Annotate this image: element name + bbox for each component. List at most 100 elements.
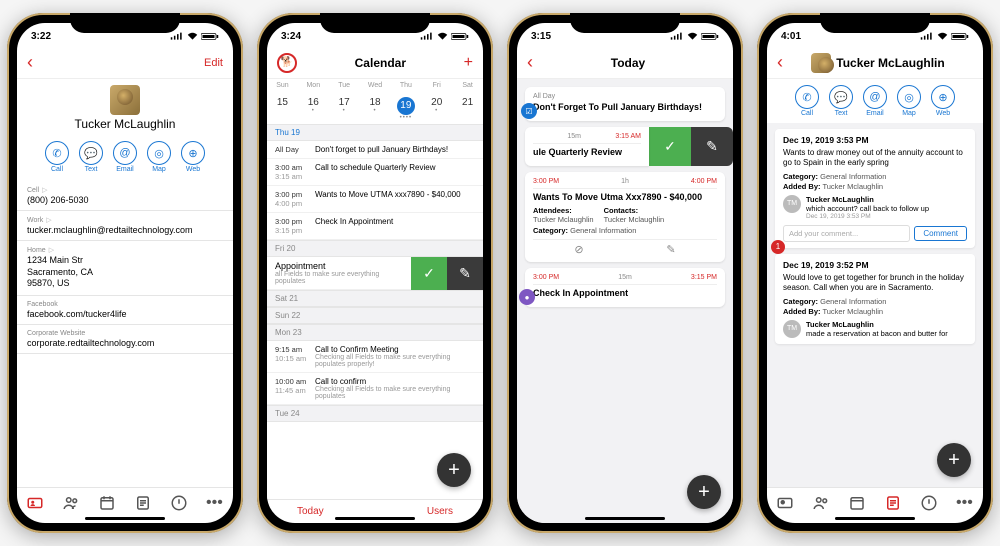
day-18[interactable]: 18• [360,95,391,121]
event-swipe-row[interactable]: Appointmentall Fields to make sure every… [267,257,483,290]
tab-more-icon[interactable]: ••• [206,494,224,512]
add-button[interactable]: + [464,54,473,72]
edit-action-icon[interactable]: ✎ [666,243,675,256]
tab-notes-icon[interactable] [134,494,152,512]
event-row[interactable]: All DayDon't forget to pull January Birt… [267,141,483,159]
text-button[interactable]: 💬Text [829,85,853,117]
section-sat-21: Sat 21 [267,290,483,307]
status-time: 4:01 [781,31,801,42]
event-row[interactable]: 3:00 pm4:00 pmWants to Move UTMA xxx7890… [267,186,483,213]
allday-card[interactable]: All Day Don't Forget To Pull January Bir… [525,87,725,121]
section-thu-19: Thu 19 [267,124,483,141]
contact-name: Tucker McLaughlin [17,117,233,131]
fab-add-button[interactable]: + [687,475,721,509]
call-button[interactable]: ✆Call [45,141,69,173]
page-title: Calendar [355,56,406,70]
at-icon: @ [113,141,137,165]
section-sun-22: Sun 22 [267,307,483,324]
section-tue-24: Tue 24 [267,405,483,422]
field-facebook[interactable]: Facebook facebook.com/tucker4life [17,296,233,325]
day-15[interactable]: 15 [267,95,298,121]
action-row: ✆Call 💬Text @Email ◎Map ⊕Web [17,135,233,181]
week-day-names: SunMonTueWedThuFriSat [267,79,483,92]
edit-swipe-button[interactable]: ✎ [447,257,483,290]
back-button[interactable]: ‹ [27,52,33,73]
tab-alert-icon[interactable] [920,494,938,512]
day-19[interactable]: 19•••• [390,95,421,121]
text-button[interactable]: 💬Text [79,141,103,173]
status-time: 3:24 [281,31,301,42]
tab-calendar-icon[interactable] [848,494,866,512]
check-icon: ✓ [423,265,435,282]
map-icon: ◎ [897,85,921,109]
tab-people-icon[interactable] [812,494,830,512]
comment-input[interactable]: Add your comment... [783,225,910,242]
field-corporate-website[interactable]: Corporate Website corporate.redtailtechn… [17,325,233,354]
users-button[interactable]: Users [427,506,453,517]
note-date: Dec 19, 2019 3:53 PM [783,135,967,145]
note-card[interactable]: Dec 19, 2019 3:52 PM Would love to get t… [775,254,975,344]
quarterly-review-swipe[interactable]: 15m3:15 AM ule Quarterly Review ✓ ✎ [525,127,733,166]
tab-calendar-icon[interactable] [98,494,116,512]
event-row[interactable]: 3:00 pm3:15 pmCheck In Appointment [267,213,483,240]
week-day-numbers: 15 16• 17• 18• 19•••• 20• 21 [267,92,483,124]
back-button[interactable]: ‹ [777,52,783,73]
complete-swipe-button[interactable]: ✓ [411,257,447,290]
status-time: 3:15 [531,31,551,42]
day-16[interactable]: 16• [298,95,329,121]
email-button[interactable]: @Email [113,141,137,173]
today-button[interactable]: Today [297,506,324,517]
tab-contact-card-icon[interactable] [776,494,794,512]
email-button[interactable]: @Email [863,85,887,117]
tab-more-icon[interactable]: ••• [956,494,974,512]
complete-swipe-button[interactable]: ✓ [649,127,691,166]
phone-notes: 4:01 ‹ Tucker McLaughlin ✆Call 💬Text @Em… [757,13,993,533]
event-row[interactable]: 3:00 am3:15 amCall to schedule Quarterly… [267,159,483,186]
checkin-card[interactable]: 3:00 PM15m3:15 PM Check In Appointment ● [525,268,725,307]
back-button[interactable]: ‹ [527,52,533,73]
note-card[interactable]: Dec 19, 2019 3:53 PM Wants to draw money… [775,129,975,248]
web-button[interactable]: ⊕Web [931,85,955,117]
globe-icon: ⊕ [181,141,205,165]
field-cell[interactable]: Cell▷ (800) 206-5030 [17,181,233,211]
field-work-email[interactable]: Work▷ tucker.mclaughlin@redtailtechnolog… [17,211,233,241]
event-row[interactable]: 10:00 am11:45 amCall to confirmChecking … [267,373,483,405]
contact-name: Tucker McLaughlin [836,56,944,70]
field-home-address[interactable]: Home▷ 1234 Main Str Sacramento, CA 95870… [17,241,233,296]
tab-contact-card-icon[interactable] [26,494,44,512]
day-21[interactable]: 21 [452,95,483,121]
plus-icon: + [448,459,460,482]
day-17[interactable]: 17• [329,95,360,121]
globe-icon: ⊕ [931,85,955,109]
complete-action-icon[interactable]: ⊘ [574,243,583,256]
pencil-icon: ✎ [459,265,471,282]
fab-add-button[interactable]: + [437,453,471,487]
tab-notes-icon[interactable] [884,494,902,512]
app-logo-icon[interactable]: 🐕 [277,53,297,73]
map-button[interactable]: ◎Map [897,85,921,117]
web-button[interactable]: ⊕Web [181,141,205,173]
appointment-card[interactable]: 3:00 PM1h4:00 PM Wants To Move Utma Xxx7… [525,172,725,262]
check-icon: ✓ [664,138,676,155]
map-icon: ◎ [147,141,171,165]
event-row[interactable]: 9:15 am10:15 amCall to Confirm MeetingCh… [267,341,483,373]
tab-people-icon[interactable] [62,494,80,512]
contact-avatar[interactable] [110,85,140,115]
comment-submit-button[interactable]: Comment [914,226,967,241]
speech-icon: 💬 [829,85,853,109]
speech-icon: 💬 [79,141,103,165]
tab-alert-icon[interactable] [170,494,188,512]
call-button[interactable]: ✆Call [795,85,819,117]
phone-calendar: 3:24 🐕 Calendar + SunMonTueWedThuFriSat … [257,13,493,533]
map-button[interactable]: ◎Map [147,141,171,173]
pencil-icon: ✎ [706,138,718,155]
section-fri-20: Fri 20 [267,240,483,257]
day-20[interactable]: 20• [421,95,452,121]
edit-button[interactable]: Edit [204,57,223,69]
section-mon-23: Mon 23 [267,324,483,341]
comment-avatar: TM [783,320,801,338]
edit-swipe-button[interactable]: ✎ [691,127,733,166]
fab-add-button[interactable]: + [937,443,971,477]
phone-today: 3:15 ‹ Today All Day Don't Forget To Pul… [507,13,743,533]
comment-avatar: TM [783,195,801,213]
